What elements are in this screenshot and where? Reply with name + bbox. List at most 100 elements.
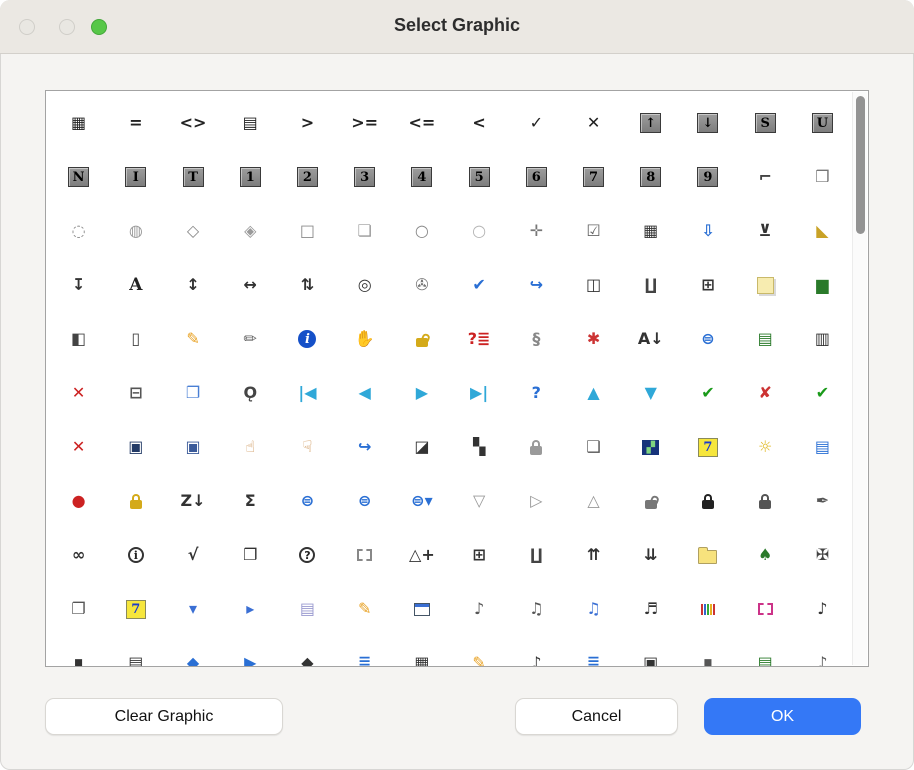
trash-lines-icon[interactable]: ∐ bbox=[508, 528, 565, 582]
save-floppy-icon[interactable]: ▣ bbox=[107, 420, 164, 474]
document-find-icon[interactable]: ▥ bbox=[794, 312, 851, 366]
chart-tile-icon[interactable]: ▞ bbox=[622, 420, 679, 474]
seek-up-icon[interactable]: ⇈ bbox=[565, 528, 622, 582]
checkbox-checked-icon[interactable]: ☑ bbox=[565, 204, 622, 258]
redo-arrow-icon[interactable]: ↪ bbox=[508, 258, 565, 312]
dashed-circle-icon[interactable]: ◌ bbox=[50, 204, 107, 258]
redo-arrow-2-icon[interactable]: ↪ bbox=[336, 420, 393, 474]
less-or-equal-icon[interactable]: <= bbox=[393, 96, 450, 150]
partial-11-icon[interactable]: ▣ bbox=[622, 636, 679, 666]
dropdown-small-icon[interactable]: ▾ bbox=[164, 582, 221, 636]
pin-icon[interactable]: ✇ bbox=[393, 258, 450, 312]
padlock-black-icon[interactable] bbox=[679, 474, 736, 528]
diagonal-squares-icon[interactable]: ▚ bbox=[451, 420, 508, 474]
glasses-icon[interactable]: ∞ bbox=[50, 528, 107, 582]
digit-4-button-icon[interactable]: 4 bbox=[393, 150, 450, 204]
document-edit-icon[interactable]: ▤ bbox=[279, 582, 336, 636]
padlock-light-icon[interactable] bbox=[508, 420, 565, 474]
window-titled-icon[interactable] bbox=[393, 582, 450, 636]
help-blue-icon[interactable]: ? bbox=[508, 366, 565, 420]
door-icon[interactable]: ▯ bbox=[107, 312, 164, 366]
info-ring-icon[interactable]: i bbox=[107, 528, 164, 582]
cancel-cross-icon[interactable]: ✘ bbox=[737, 366, 794, 420]
vertical-arrows-icon[interactable]: ↕ bbox=[164, 258, 221, 312]
table-icon[interactable]: ▦ bbox=[50, 96, 107, 150]
pen-down-icon[interactable]: ↧ bbox=[50, 258, 107, 312]
paintbrush-icon[interactable]: ✏ bbox=[222, 312, 279, 366]
music-pen-icon[interactable]: ♪ bbox=[794, 582, 851, 636]
sort-arrows-icon[interactable]: ⇅ bbox=[279, 258, 336, 312]
diagonal-square-icon[interactable]: ◪ bbox=[393, 420, 450, 474]
seek-down-icon[interactable]: ⇊ bbox=[622, 528, 679, 582]
paint-bucket-icon[interactable]: ◣ bbox=[794, 204, 851, 258]
cross-icon[interactable]: ✕ bbox=[565, 96, 622, 150]
pencil-icon[interactable]: ✎ bbox=[164, 312, 221, 366]
u-button-icon[interactable]: U bbox=[794, 96, 851, 150]
music-sheet-blue-icon[interactable]: ♫ bbox=[565, 582, 622, 636]
cancel-button[interactable]: Cancel bbox=[515, 698, 678, 735]
triangle-right-outline-icon[interactable]: ▷ bbox=[508, 474, 565, 528]
less-than-icon[interactable]: < bbox=[451, 96, 508, 150]
notepad-green-icon[interactable]: ▤ bbox=[737, 312, 794, 366]
record-dot-icon[interactable]: ● bbox=[50, 474, 107, 528]
greater-or-equal-icon[interactable]: >= bbox=[336, 96, 393, 150]
scroll-icon[interactable]: § bbox=[508, 312, 565, 366]
target-icon[interactable]: ◎ bbox=[336, 258, 393, 312]
checkmark-icon[interactable]: ✓ bbox=[508, 96, 565, 150]
pine-tree-icon[interactable]: ♠ bbox=[737, 528, 794, 582]
padlock-yellow-icon[interactable] bbox=[107, 474, 164, 528]
blue-checkmark-icon[interactable]: ✔ bbox=[451, 258, 508, 312]
digit-5-button-icon[interactable]: 5 bbox=[451, 150, 508, 204]
window-pair-icon[interactable]: ❐ bbox=[50, 582, 107, 636]
sigma-icon[interactable]: Σ bbox=[222, 474, 279, 528]
music-sheet-icon[interactable]: ♫ bbox=[508, 582, 565, 636]
list-blue-icon[interactable]: ▤ bbox=[794, 420, 851, 474]
add-box-icon[interactable]: ⊞ bbox=[679, 258, 736, 312]
cascade-windows-icon[interactable]: ❐ bbox=[222, 528, 279, 582]
sort-az-icon[interactable]: A↓ bbox=[622, 312, 679, 366]
copy-pages-icon[interactable]: ❐ bbox=[164, 366, 221, 420]
slide-up-icon[interactable]: ▲ bbox=[565, 366, 622, 420]
partial-6-icon[interactable]: ≣ bbox=[336, 636, 393, 666]
triangle-up-outline-icon[interactable]: △ bbox=[565, 474, 622, 528]
thumbs-down-icon[interactable]: ☟ bbox=[279, 420, 336, 474]
circle-outline-icon[interactable]: ○ bbox=[393, 204, 450, 258]
i-button-icon[interactable]: I bbox=[107, 150, 164, 204]
delete-cross-2-icon[interactable]: ✕ bbox=[50, 420, 107, 474]
circle-thin-icon[interactable]: ○ bbox=[451, 204, 508, 258]
split-window-icon[interactable]: ◫ bbox=[565, 258, 622, 312]
angle-brackets-icon[interactable]: <> bbox=[164, 96, 221, 150]
trash-icon[interactable]: ∐ bbox=[622, 258, 679, 312]
triangle-down-outline-icon[interactable]: ▽ bbox=[451, 474, 508, 528]
database-icon[interactable]: ⊜ bbox=[679, 312, 736, 366]
greater-than-icon[interactable]: > bbox=[279, 96, 336, 150]
delete-cross-icon[interactable]: ✕ bbox=[50, 366, 107, 420]
confirm-check-icon[interactable]: ✔ bbox=[794, 366, 851, 420]
digit-1-button-icon[interactable]: 1 bbox=[222, 150, 279, 204]
underline-y-icon[interactable]: ⊻ bbox=[737, 204, 794, 258]
help-ring-icon[interactable]: ? bbox=[279, 528, 336, 582]
digit-3-button-icon[interactable]: 3 bbox=[336, 150, 393, 204]
partial-14-icon[interactable]: ♪ bbox=[794, 636, 851, 666]
horizontal-arrows-icon[interactable]: ↔ bbox=[222, 258, 279, 312]
square-outline-icon[interactable]: □ bbox=[279, 204, 336, 258]
green-book-icon[interactable]: ▆ bbox=[794, 258, 851, 312]
square-shadowed-icon[interactable]: ❏ bbox=[336, 204, 393, 258]
sort-za-icon[interactable]: Z↓ bbox=[164, 474, 221, 528]
go-last-icon[interactable]: ▶| bbox=[451, 366, 508, 420]
lightbulb-icon[interactable]: ☼ bbox=[737, 420, 794, 474]
equals-icon[interactable]: = bbox=[107, 96, 164, 150]
printer-icon[interactable]: ⊟ bbox=[107, 366, 164, 420]
frame-add-icon[interactable]: ⊞ bbox=[451, 528, 508, 582]
digit-6-button-icon[interactable]: 6 bbox=[508, 150, 565, 204]
pencil-2-icon[interactable]: ✎ bbox=[336, 582, 393, 636]
hand-stop-icon[interactable]: ✋ bbox=[336, 312, 393, 366]
letter-a-icon[interactable]: A bbox=[107, 258, 164, 312]
partial-8-icon[interactable]: ✎ bbox=[451, 636, 508, 666]
color-bars-icon[interactable] bbox=[679, 582, 736, 636]
apply-check-icon[interactable]: ✔ bbox=[679, 366, 736, 420]
diamond-filled-icon[interactable]: ◈ bbox=[222, 204, 279, 258]
info-icon[interactable]: i bbox=[279, 312, 336, 366]
partial-1-icon[interactable]: ∎ bbox=[50, 636, 107, 666]
shaded-circle-icon[interactable]: ◍ bbox=[107, 204, 164, 258]
